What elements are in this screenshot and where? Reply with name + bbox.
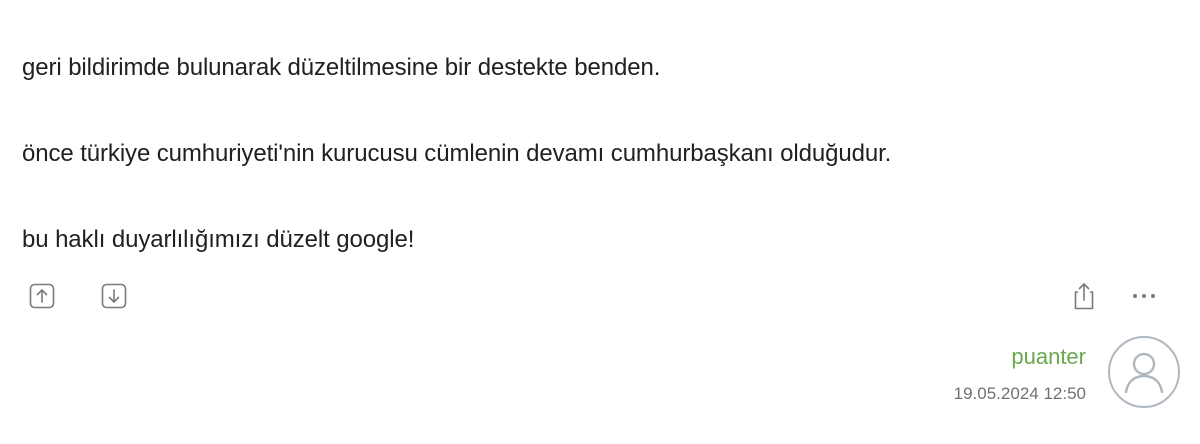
downvote-button[interactable] [98,280,130,312]
share-button[interactable] [1068,280,1100,312]
user-avatar-icon [1124,352,1164,394]
arrow-down-box-icon [101,283,127,309]
entry-paragraph: bu haklı duyarlılığımızı düzelt google! [22,226,415,253]
arrow-up-box-icon [29,283,55,309]
upvote-button[interactable] [26,280,58,312]
author-avatar[interactable] [1108,336,1180,408]
more-horizontal-icon [1133,294,1155,298]
author-info: puanter 19.05.2024 12:50 [880,336,1200,416]
entry-content: geri bildirimde bulunarak düzeltilmesine… [22,50,1172,258]
more-options-button[interactable] [1128,280,1160,312]
entry-date-link[interactable]: 19.05.2024 12:50 [954,384,1086,404]
entry-footer-actions [22,280,1172,312]
entry-paragraph: geri bildirimde bulunarak düzeltilmesine… [22,54,661,81]
share-icon [1074,283,1094,310]
author-username-link[interactable]: puanter [1011,344,1086,370]
entry-paragraph: önce türkiye cumhuriyeti'nin kurucusu cü… [22,140,892,167]
